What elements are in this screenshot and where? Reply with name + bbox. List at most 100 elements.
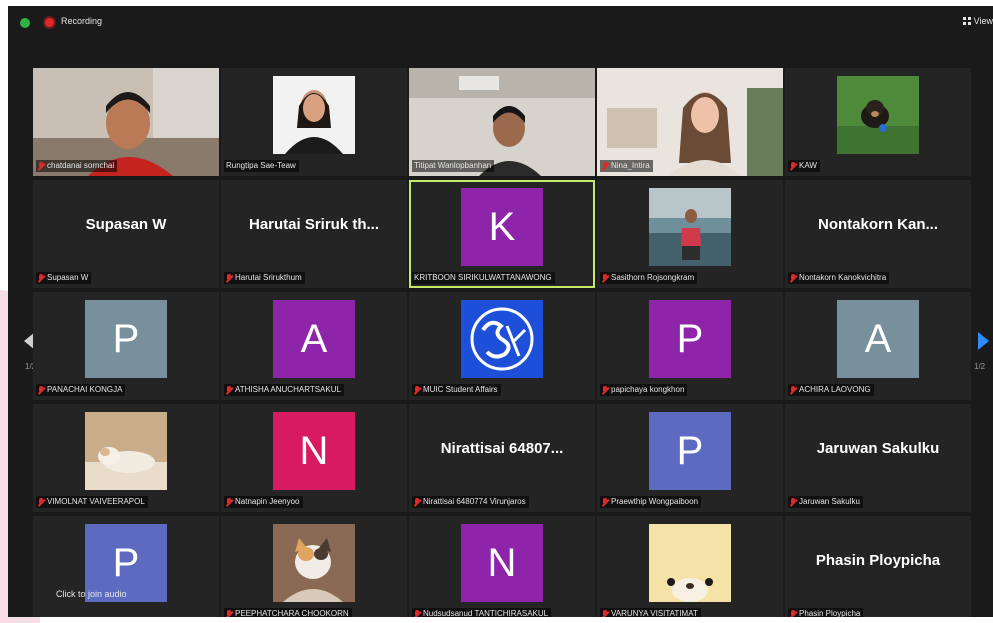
participant-name: ACHIRA LAOVONG <box>799 385 871 394</box>
muted-mic-icon <box>226 385 232 395</box>
muted-mic-icon <box>226 609 232 618</box>
muted-mic-icon <box>38 385 44 395</box>
participant-name-tag: Praewthip Wongpaiboon <box>600 496 702 508</box>
participant-tile[interactable]: P PANACHAI KONGJA <box>33 292 219 400</box>
participant-name: Nina_Intira <box>611 161 650 170</box>
recording-label: Recording <box>61 16 103 26</box>
participant-name: Praewthip Wongpaiboon <box>611 497 699 506</box>
join-audio-link[interactable]: Click to join audio <box>56 589 127 599</box>
participant-name: KRITBOON SIRIKULWATTANAWONG <box>414 273 552 282</box>
participant-tile[interactable]: N Natnapin Jeenyoo <box>221 404 407 512</box>
muted-mic-icon <box>414 385 420 395</box>
participant-avatar: K <box>461 188 543 266</box>
participant-name-tag: Nontakorn Kanokvichitra <box>788 272 890 284</box>
muted-mic-icon <box>602 273 608 283</box>
participant-name-tag: VIMOLNAT VAIVEERAPOL <box>36 496 148 508</box>
participant-video <box>273 76 355 154</box>
participant-avatar: N <box>273 412 355 490</box>
participant-name: Nudsudsanud TANTICHIRASAKUL <box>423 609 549 617</box>
muted-mic-icon <box>602 161 608 171</box>
participant-name: PEEPHATCHARA CHOOKORN <box>235 609 349 617</box>
participant-name-tag: Rungtipa Sae-Teaw <box>224 160 299 172</box>
meeting-window: Recording View 1/2 1/2 chatdanai sorncha… <box>8 6 993 617</box>
participant-tile[interactable]: MUIC Student Affairs <box>409 292 595 400</box>
participant-tile[interactable]: N Nudsudsanud TANTICHIRASAKUL <box>409 516 595 617</box>
view-button[interactable]: View <box>962 16 993 26</box>
participant-name-tag: KRITBOON SIRIKULWATTANAWONG <box>412 272 555 284</box>
participant-name-tag: Phasin Ploypicha <box>788 608 864 618</box>
participant-name-tag: KAW <box>788 160 820 172</box>
participant-name: Titipat Wanlopbanhan <box>414 161 492 170</box>
participant-tile[interactable]: Nontakorn Kan... Nontakorn Kanokvichitra <box>785 180 971 288</box>
participant-name-tag: papichaya kongkhon <box>600 384 688 396</box>
participant-tile[interactable]: P papichaya kongkhon <box>597 292 783 400</box>
participant-name: Natnapin Jeenyoo <box>235 497 300 506</box>
recording-icon <box>45 18 54 27</box>
participant-tile[interactable]: Sasithorn Rojsongkram <box>597 180 783 288</box>
participant-name-tag: Nudsudsanud TANTICHIRASAKUL <box>412 608 552 618</box>
participant-name: Nontakorn Kanokvichitra <box>799 273 887 282</box>
participant-tile[interactable]: A ATHISHA ANUCHARTSAKUL <box>221 292 407 400</box>
participant-tile[interactable]: VARUNYA VISITATIMAT <box>597 516 783 617</box>
participant-name-tag: ACHIRA LAOVONG <box>788 384 874 396</box>
participant-photo <box>85 412 167 490</box>
participant-tile-active-speaker[interactable]: K KRITBOON SIRIKULWATTANAWONG <box>409 180 595 288</box>
participant-name-tag: ATHISHA ANUCHARTSAKUL <box>224 384 344 396</box>
participant-tile[interactable]: Harutai Sriruk th... Harutai Srirukthum <box>221 180 407 288</box>
muted-mic-icon <box>38 497 44 507</box>
participant-name-tag: Nirattisai 6480774 Virunjaros <box>412 496 529 508</box>
participant-tile[interactable]: KAW <box>785 68 971 176</box>
participant-logo <box>461 300 543 378</box>
muted-mic-icon <box>602 385 608 395</box>
participant-tile[interactable]: A ACHIRA LAOVONG <box>785 292 971 400</box>
security-shield-icon[interactable] <box>20 18 30 28</box>
muted-mic-icon <box>38 273 44 283</box>
participant-photo <box>649 524 731 602</box>
top-bar: Recording View <box>8 6 993 40</box>
participant-display-name: Supasan W <box>85 216 167 233</box>
participant-tile[interactable]: Nirattisai 64807... Nirattisai 6480774 V… <box>409 404 595 512</box>
muted-mic-icon <box>414 609 420 618</box>
muted-mic-icon <box>38 161 44 171</box>
participant-avatar: P <box>649 300 731 378</box>
participant-name-tag: Sasithorn Rojsongkram <box>600 272 698 284</box>
participant-display-name: Harutai Sriruk th... <box>248 216 380 233</box>
participant-avatar: P <box>85 300 167 378</box>
muted-mic-icon <box>790 497 796 507</box>
grid-view-icon <box>962 17 971 25</box>
participant-name: Jaruwan Sakulku <box>799 497 860 506</box>
participant-tile[interactable]: Phasin Ploypicha Phasin Ploypicha <box>785 516 971 617</box>
participant-tile[interactable]: Titipat Wanlopbanhan <box>409 68 595 176</box>
participant-name-tag: Titipat Wanlopbanhan <box>412 160 495 172</box>
participant-tile[interactable]: Rungtipa Sae-Teaw <box>221 68 407 176</box>
participant-photo <box>649 188 731 266</box>
muted-mic-icon <box>790 385 796 395</box>
participant-display-name: Jaruwan Sakulku <box>816 440 940 457</box>
muted-mic-icon <box>226 497 232 507</box>
participant-tile[interactable]: P <box>33 516 219 617</box>
participant-name: chatdanai sornchai <box>47 161 115 170</box>
muted-mic-icon <box>790 609 796 618</box>
participant-display-name: Nirattisai 64807... <box>440 440 564 457</box>
participant-display-name: Nontakorn Kan... <box>817 216 938 233</box>
participant-tile[interactable]: Jaruwan Sakulku Jaruwan Sakulku <box>785 404 971 512</box>
participant-name-tag: VARUNYA VISITATIMAT <box>600 608 701 617</box>
participant-avatar: A <box>273 300 355 378</box>
participant-tile[interactable]: VIMOLNAT VAIVEERAPOL <box>33 404 219 512</box>
next-page-arrow-icon[interactable] <box>978 332 989 350</box>
participant-tile[interactable]: Nina_Intira <box>597 68 783 176</box>
participant-name-tag: Harutai Srirukthum <box>224 272 305 284</box>
participant-name: Sasithorn Rojsongkram <box>611 273 695 282</box>
participant-tile[interactable]: P Praewthip Wongpaiboon <box>597 404 783 512</box>
participant-tile[interactable]: PEEPHATCHARA CHOOKORN <box>221 516 407 617</box>
view-label: View <box>973 16 993 26</box>
participant-tile[interactable]: Supasan W Supasan W <box>33 180 219 288</box>
participant-name-tag: Nina_Intira <box>600 160 653 172</box>
participant-name-tag: Natnapin Jeenyoo <box>224 496 303 508</box>
participant-tile[interactable]: chatdanai sornchai <box>33 68 219 176</box>
participant-name-tag: chatdanai sornchai <box>36 160 118 172</box>
participant-name: VIMOLNAT VAIVEERAPOL <box>47 497 145 506</box>
participant-name: ATHISHA ANUCHARTSAKUL <box>235 385 341 394</box>
participant-name-tag: Supasan W <box>36 272 92 284</box>
participant-avatar: P <box>649 412 731 490</box>
